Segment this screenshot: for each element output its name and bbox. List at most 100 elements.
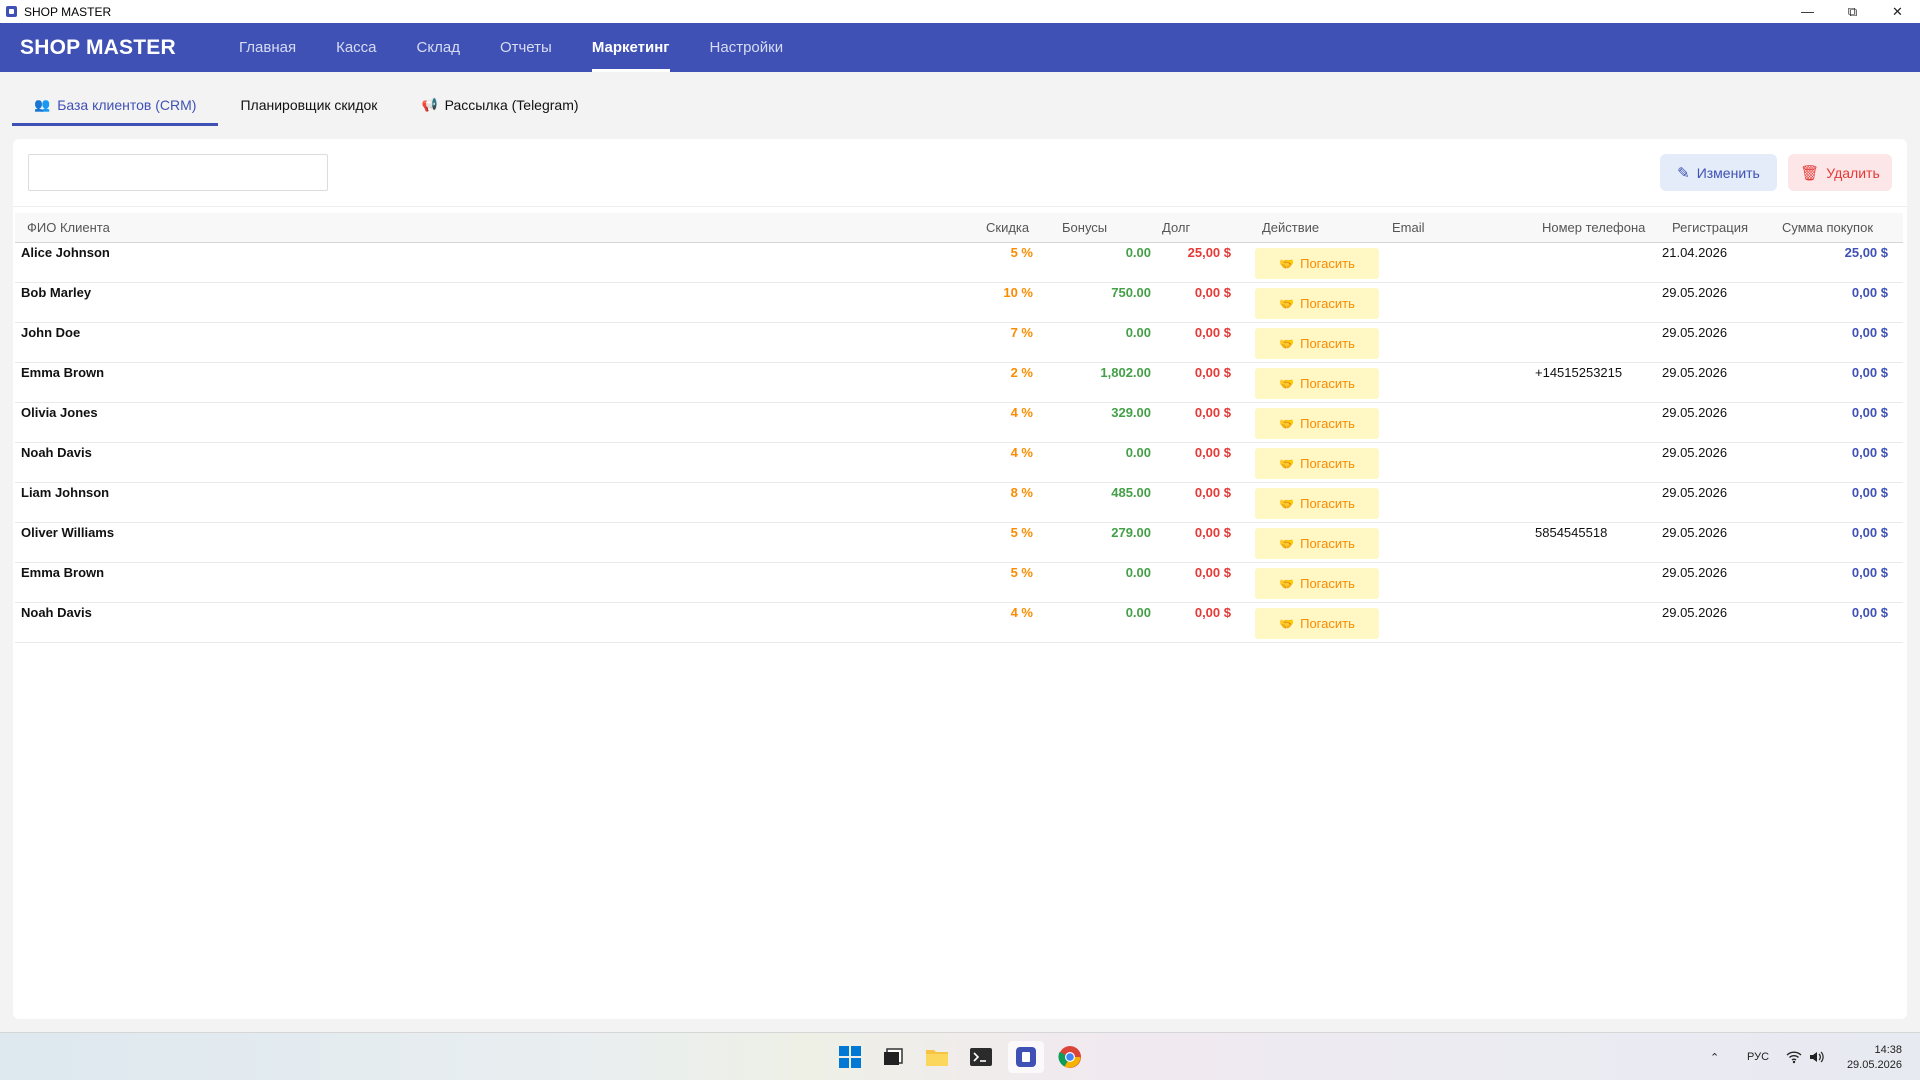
minimize-icon[interactable]: —	[1785, 0, 1830, 23]
col-discount[interactable]: Скидка	[986, 213, 1029, 243]
col-bonus[interactable]: Бонусы	[1062, 213, 1107, 243]
window-controls: — ⧉ ✕	[1785, 0, 1920, 23]
col-phone[interactable]: Номер телефона	[1542, 213, 1645, 243]
nav-settings[interactable]: Настройки	[690, 23, 804, 72]
shop-master-taskbar-icon[interactable]	[1008, 1041, 1044, 1073]
nav-warehouse[interactable]: Склад	[397, 23, 480, 72]
col-action[interactable]: Действие	[1262, 213, 1319, 243]
client-phone: +14515253215	[1535, 365, 1623, 380]
client-debt: 0,00 $	[1194, 445, 1231, 460]
clock-time: 14:38	[1874, 1044, 1902, 1056]
table-row[interactable]: Oliver Williams 5 % 279.00 0,00 $ 5854545518…	[15, 523, 1903, 563]
restore-icon[interactable]: ⧉	[1830, 0, 1875, 23]
client-registered: 29.05.2026	[1662, 285, 1728, 300]
hand-coin-icon: 🤝	[1279, 336, 1295, 351]
brand-logo: SHOP MASTER	[20, 35, 176, 59]
client-discount: 4 %	[1010, 405, 1033, 420]
client-name: John Doe	[21, 325, 81, 340]
table-row[interactable]: Emma Brown 5 % 0.00 0,00 $ 29.05.2026 0,00 $ 🤝…	[15, 563, 1903, 603]
client-phone	[1535, 443, 1655, 463]
hand-coin-icon: 🤝	[1279, 576, 1295, 591]
pencil-icon: ✎	[1677, 164, 1690, 182]
col-total[interactable]: Сумма покупок	[1782, 213, 1873, 243]
terminal-icon[interactable]	[963, 1041, 999, 1073]
task-view-icon[interactable]	[875, 1041, 911, 1073]
nav-reports[interactable]: Отчеты	[480, 23, 572, 72]
delete-button-label: Удалить	[1826, 164, 1880, 181]
hand-coin-icon: 🤝	[1279, 456, 1295, 471]
start-icon[interactable]	[832, 1041, 868, 1073]
client-bonus: 750.00	[1111, 285, 1151, 300]
table-row[interactable]: Liam Johnson 8 % 485.00 0,00 $ 29.05.2026 0,0…	[15, 483, 1903, 523]
table-row[interactable]: Olivia Jones 4 % 329.00 0,00 $ 29.05.2026 0,0…	[15, 403, 1903, 443]
client-phone	[1535, 243, 1655, 263]
pay-debt-label: Погасить	[1300, 376, 1355, 391]
file-explorer-icon[interactable]	[919, 1041, 955, 1073]
table-row[interactable]: Noah Davis 4 % 0.00 0,00 $ 29.05.2026 0,00 $ 🤝…	[15, 443, 1903, 483]
app-icon	[6, 6, 17, 17]
close-icon[interactable]: ✕	[1875, 0, 1920, 23]
pay-debt-button[interactable]: 🤝 Погасить	[1255, 528, 1379, 559]
client-registered: 29.05.2026	[1662, 605, 1728, 620]
table-row[interactable]: Bob Marley 10 % 750.00 0,00 $ 29.05.2026 0,00…	[15, 283, 1903, 323]
pay-debt-button[interactable]: 🤝 Погасить	[1255, 608, 1379, 639]
client-name: Bob Marley	[21, 285, 92, 300]
client-discount: 7 %	[1010, 325, 1033, 340]
pay-debt-button[interactable]: 🤝 Погасить	[1255, 408, 1379, 439]
pay-debt-button[interactable]: 🤝 Погасить	[1255, 248, 1379, 279]
chrome-icon[interactable]	[1052, 1041, 1088, 1073]
tab-crm[interactable]: 👥 База клиентов (CRM)	[12, 84, 219, 126]
volume-icon[interactable]	[1808, 1033, 1824, 1080]
pay-debt-button[interactable]: 🤝 Погасить	[1255, 488, 1379, 519]
col-debt[interactable]: Долг	[1162, 213, 1190, 243]
hand-coin-icon: 🤝	[1279, 416, 1295, 431]
wifi-icon[interactable]	[1786, 1033, 1802, 1080]
trash-icon: 🗑	[1800, 164, 1820, 182]
pay-debt-label: Погасить	[1300, 456, 1355, 471]
client-debt: 25,00 $	[1187, 245, 1231, 260]
client-bonus: 485.00	[1111, 485, 1151, 500]
client-registered: 29.05.2026	[1662, 565, 1728, 580]
col-email[interactable]: Email	[1392, 213, 1425, 243]
table-row[interactable]: Emma Brown 2 % 1,802.00 0,00 $ +14515253215 2…	[15, 363, 1903, 403]
col-registered[interactable]: Регистрация	[1672, 213, 1748, 243]
nav-home[interactable]: Главная	[219, 23, 316, 72]
edit-button[interactable]: ✎ Изменить	[1660, 154, 1777, 191]
divider	[13, 206, 1907, 207]
pay-debt-button[interactable]: 🤝 Погасить	[1255, 568, 1379, 599]
pay-debt-button[interactable]: 🤝 Погасить	[1255, 288, 1379, 319]
client-debt: 0,00 $	[1194, 285, 1231, 300]
client-total: 0,00 $	[1851, 565, 1888, 580]
hand-coin-icon: 🤝	[1279, 256, 1295, 271]
pay-debt-button[interactable]: 🤝 Погасить	[1255, 328, 1379, 359]
users-icon: 👥	[34, 97, 51, 112]
language-indicator[interactable]: РУС	[1747, 1033, 1769, 1080]
client-phone	[1535, 283, 1655, 303]
client-name: Emma Brown	[21, 365, 105, 380]
delete-button[interactable]: 🗑 Удалить	[1788, 154, 1892, 191]
table-row[interactable]: Noah Davis 4 % 0.00 0,00 $ 29.05.2026 0,00 $ 🤝…	[15, 603, 1903, 643]
tray-overflow-icon[interactable]: ⌃	[1710, 1033, 1719, 1080]
search-input[interactable]	[28, 154, 328, 191]
client-registered: 29.05.2026	[1662, 365, 1728, 380]
client-phone	[1535, 563, 1655, 583]
client-bonus: 279.00	[1111, 525, 1151, 540]
client-debt: 0,00 $	[1194, 605, 1231, 620]
client-phone	[1535, 483, 1655, 503]
table-row[interactable]: Alice Johnson 5 % 0.00 25,00 $ 21.04.2026 25,…	[15, 243, 1903, 283]
client-registered: 21.04.2026	[1662, 245, 1728, 260]
pay-debt-button[interactable]: 🤝 Погасить	[1255, 448, 1379, 479]
system-clock[interactable]: 14:38 29.05.2026	[1847, 1043, 1902, 1073]
tab-discount-planner[interactable]: Планировщик скидок	[218, 84, 399, 126]
nav-cashier[interactable]: Касса	[316, 23, 396, 72]
tab-telegram-mailing[interactable]: 📢 Рассылка (Telegram)	[399, 84, 600, 126]
tab-crm-label: База клиентов (CRM)	[57, 97, 197, 113]
pay-debt-button[interactable]: 🤝 Погасить	[1255, 368, 1379, 399]
col-name[interactable]: ФИО Клиента	[27, 213, 110, 243]
client-phone	[1535, 403, 1655, 423]
client-total: 0,00 $	[1851, 365, 1888, 380]
client-total: 0,00 $	[1851, 405, 1888, 420]
client-total: 0,00 $	[1851, 285, 1888, 300]
nav-marketing[interactable]: Маркетинг	[572, 23, 690, 72]
table-row[interactable]: John Doe 7 % 0.00 0,00 $ 29.05.2026 0,00 $ 🤝 По…	[15, 323, 1903, 363]
